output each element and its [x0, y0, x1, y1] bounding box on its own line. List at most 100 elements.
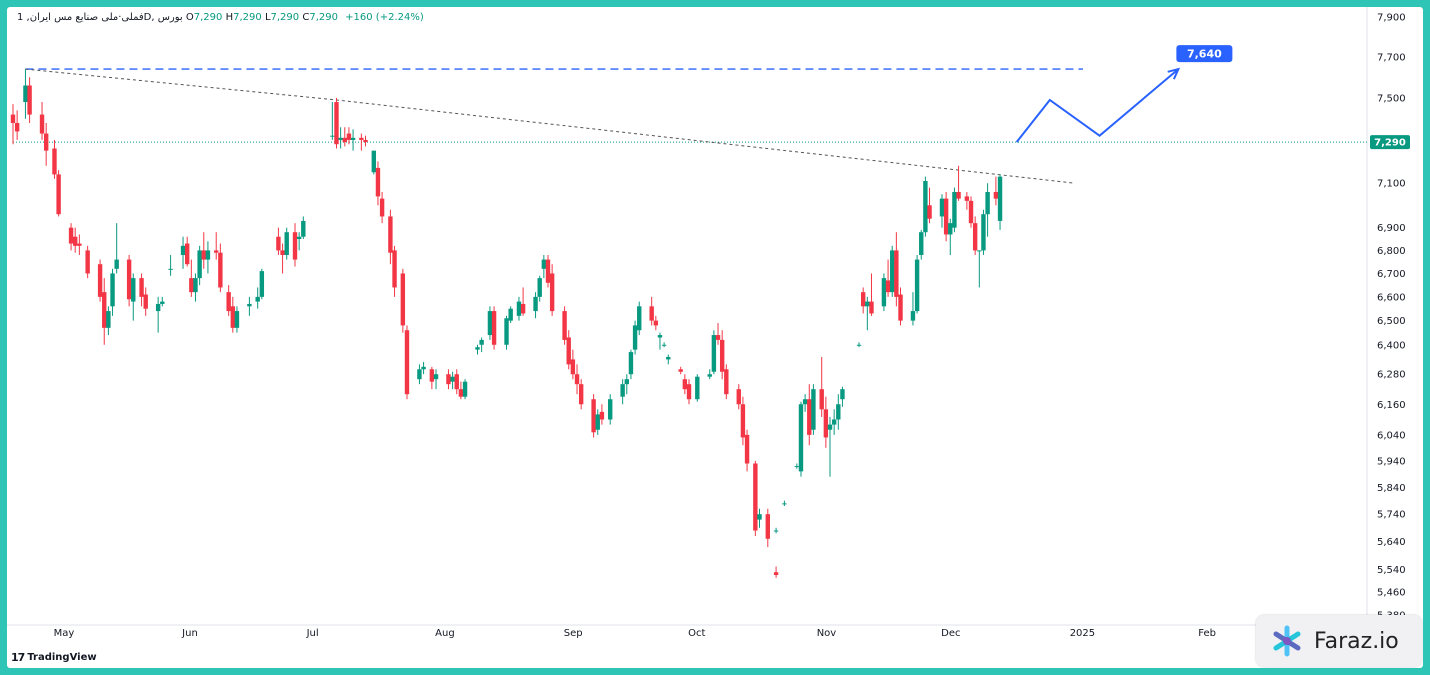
candle-body	[608, 399, 613, 420]
candle-body	[869, 301, 874, 314]
candle-body	[711, 335, 717, 372]
candle-body	[292, 232, 298, 260]
candle-body	[68, 227, 74, 244]
candle-body	[620, 384, 625, 397]
candle-body	[948, 223, 953, 235]
candle-body	[927, 205, 932, 219]
candle-body	[400, 273, 406, 326]
candle-body	[73, 236, 78, 246]
candle-body	[350, 137, 356, 140]
candle-body	[661, 344, 667, 346]
candle-body	[939, 198, 945, 217]
y-tick-label: 7,900	[1377, 13, 1406, 24]
candle-body	[479, 339, 484, 345]
candle-body	[230, 306, 236, 328]
y-tick-label: 7,100	[1377, 179, 1406, 190]
high-value: 7,290	[233, 12, 262, 23]
candle-body	[549, 273, 555, 312]
candle-body	[985, 191, 990, 215]
candle-body	[458, 389, 464, 397]
candle-body	[10, 114, 16, 123]
candle-body	[363, 139, 368, 143]
y-tick-label: 6,280	[1377, 370, 1406, 381]
candle-body	[126, 259, 132, 300]
candle-body	[259, 271, 265, 297]
price-chart[interactable]: 7,900 7,700 7,500 7,290 7,100 6,900 6,800 6,700…	[7, 7, 1423, 668]
y-tick-label: 5,740	[1377, 510, 1406, 521]
tradingview-icon: 17	[11, 651, 25, 664]
candle-body	[375, 167, 381, 197]
y-tick-label: 5,640	[1377, 537, 1406, 548]
candle-body	[417, 369, 422, 380]
candle-body	[23, 85, 28, 103]
candle-body	[840, 389, 845, 400]
candle-body	[798, 404, 804, 472]
y-tick-label: 5,540	[1377, 565, 1406, 576]
candle-body	[388, 216, 393, 253]
candle-body	[678, 369, 683, 372]
x-tick-label: Sep	[564, 628, 583, 639]
faraz-watermark: Faraz.io	[1256, 615, 1422, 667]
candle-body	[234, 311, 240, 328]
candle-body	[545, 259, 551, 283]
candle-body	[964, 196, 970, 201]
candle-body	[392, 250, 397, 288]
candle-body	[885, 280, 891, 293]
candle-body	[923, 181, 928, 233]
candle-body	[359, 137, 364, 140]
candle-body	[740, 404, 746, 438]
candle-body	[189, 278, 194, 293]
candle-body	[599, 411, 605, 420]
y-tick-label: 5,840	[1377, 483, 1406, 494]
candle-body	[462, 381, 468, 397]
candle-body	[160, 301, 165, 304]
candle-body	[968, 200, 974, 224]
candle-body	[342, 137, 347, 143]
candle-body	[143, 294, 148, 309]
candle-body	[508, 308, 513, 321]
candle-body	[578, 384, 584, 405]
y-tick-label: 5,940	[1377, 456, 1406, 467]
candle-body	[595, 414, 600, 430]
candle-body	[919, 232, 924, 255]
candle-body	[707, 374, 712, 377]
asterisk-logo-icon	[1273, 625, 1301, 657]
candle-body	[56, 174, 61, 215]
candle-body	[757, 514, 762, 520]
candle-body	[247, 303, 252, 307]
tradingview-label: TradingView	[27, 652, 97, 663]
candle-body	[14, 122, 20, 132]
x-tick-label: Jul	[306, 628, 319, 639]
candle-body	[972, 223, 978, 251]
tradingview-logo[interactable]: 17 TradingView	[11, 651, 97, 664]
candle-body	[890, 250, 895, 293]
x-tick-label: Jun	[181, 628, 198, 639]
candle-body	[214, 250, 219, 253]
candle-body	[993, 191, 999, 199]
candle-body	[433, 374, 439, 380]
candle-body	[782, 503, 787, 505]
candle-body	[657, 335, 663, 338]
candle-body	[504, 318, 509, 345]
projection-path	[1015, 68, 1180, 143]
candle-body	[454, 374, 459, 390]
candle-body	[686, 384, 692, 400]
candle-body	[773, 572, 779, 576]
x-tick-label: Dec	[941, 628, 960, 639]
candle-body	[836, 404, 841, 420]
candle-body	[139, 278, 144, 297]
y-tick-label: 6,600	[1377, 292, 1406, 303]
candle-body	[574, 374, 580, 385]
close-value: 7,290	[309, 12, 338, 23]
candle-body	[736, 389, 741, 405]
candle-body	[97, 264, 103, 297]
x-tick-label: 2025	[1070, 628, 1095, 639]
candle-body	[570, 359, 576, 375]
candle-body	[997, 176, 1003, 221]
open-label: O	[185, 12, 194, 23]
candle-body	[114, 259, 119, 269]
candle-body	[956, 191, 961, 199]
candle-body	[533, 296, 538, 312]
candle-body	[450, 376, 455, 382]
candle-body	[520, 303, 526, 314]
